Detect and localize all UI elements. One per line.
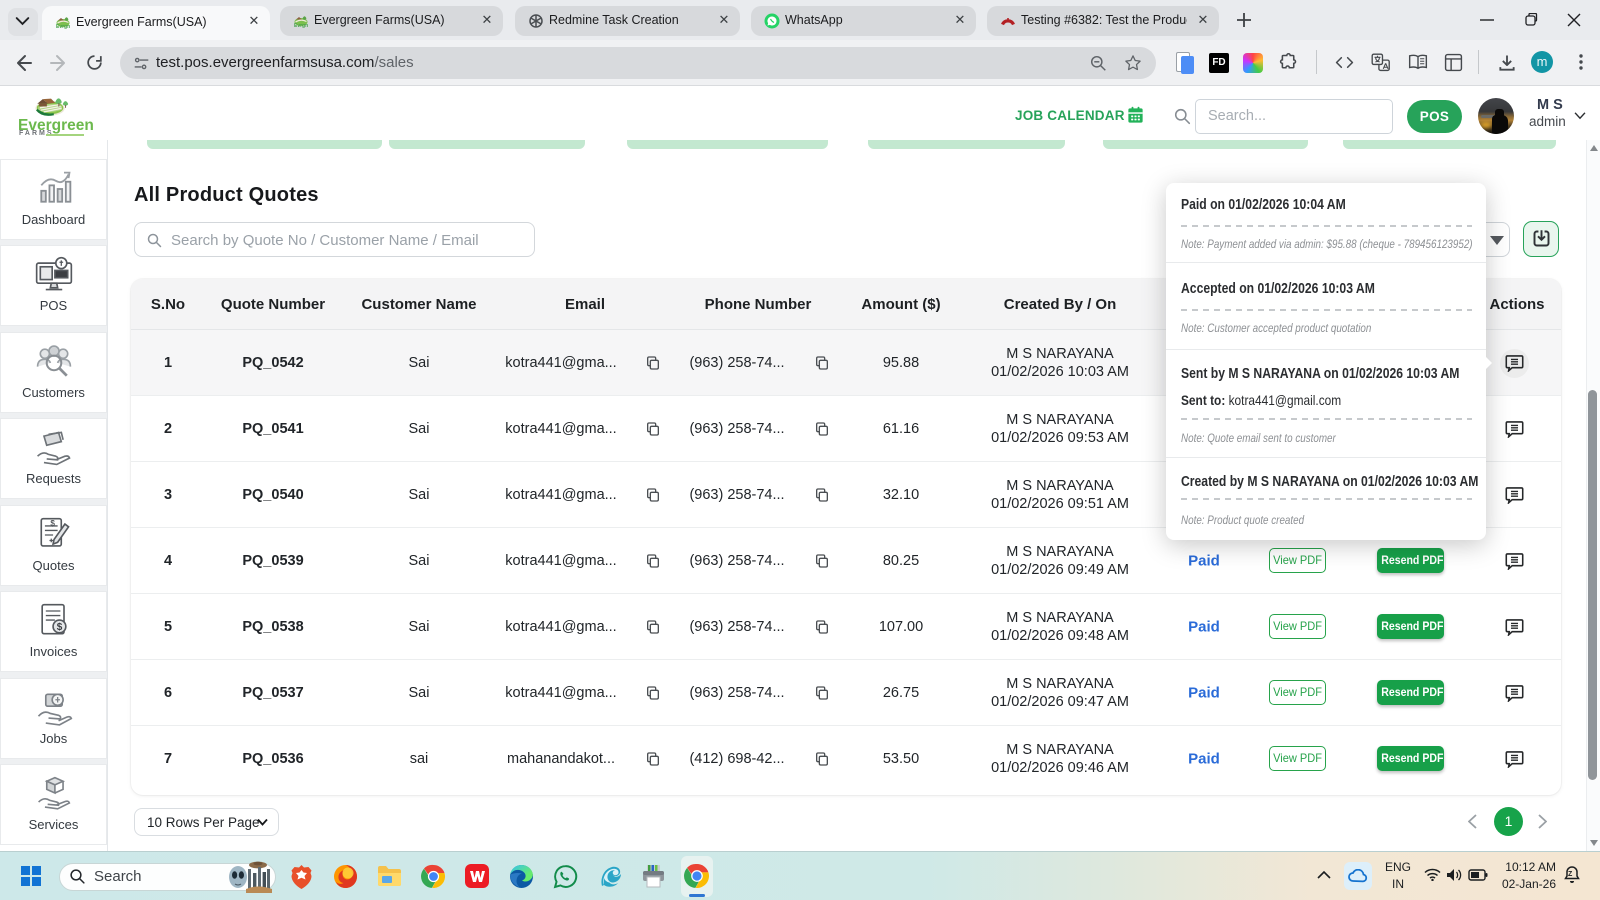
svg-text:Z: Z [1568, 871, 1573, 878]
svg-text:$: $ [56, 622, 62, 633]
svg-text:Evrgn: Evrgn [56, 24, 70, 30]
svg-text:Evrgn: Evrgn [294, 23, 308, 29]
svg-text:$: $ [50, 519, 55, 528]
